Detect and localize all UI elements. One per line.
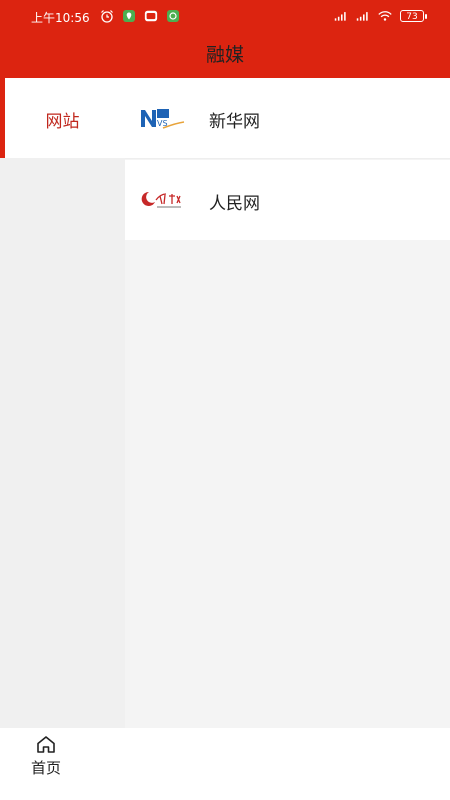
app-header: 上午10:56 73 融媒 [0, 0, 450, 78]
page-title: 融媒 [205, 44, 244, 66]
people-logo-icon [139, 188, 185, 212]
signal-hd-icon [356, 9, 370, 23]
bottom-tab-bar: 首页 [0, 728, 450, 800]
list-item-xinhua[interactable]: VS 新华网 [125, 78, 450, 159]
tab-label: 首页 [30, 759, 61, 777]
app-notification-icon [144, 9, 158, 23]
status-icons-right: 73 [334, 9, 427, 23]
map-pin-icon [122, 9, 136, 23]
status-icons-left [100, 9, 180, 23]
xinhua-logo-icon: VS [139, 106, 185, 130]
list-item-name: 人民网 [209, 194, 260, 214]
wifi-icon [378, 9, 392, 23]
sidebar: 网站 [0, 78, 125, 728]
status-bar: 上午10:56 73 [0, 0, 450, 34]
site-list: VS 新华网 人民网 [125, 78, 450, 728]
list-item-name: 新华网 [209, 112, 260, 132]
list-item-people[interactable]: 人民网 [125, 160, 450, 240]
alarm-icon [100, 9, 114, 23]
wechat-icon [166, 9, 180, 23]
tab-home[interactable]: 首页 [18, 734, 74, 790]
home-icon [18, 734, 74, 754]
sidebar-item-label: 网站 [45, 112, 80, 132]
status-time: 上午10:56 [31, 11, 90, 25]
sidebar-item-website[interactable]: 网站 [0, 78, 125, 158]
signal-icon [334, 9, 348, 23]
battery-icon: 73 [400, 10, 427, 22]
